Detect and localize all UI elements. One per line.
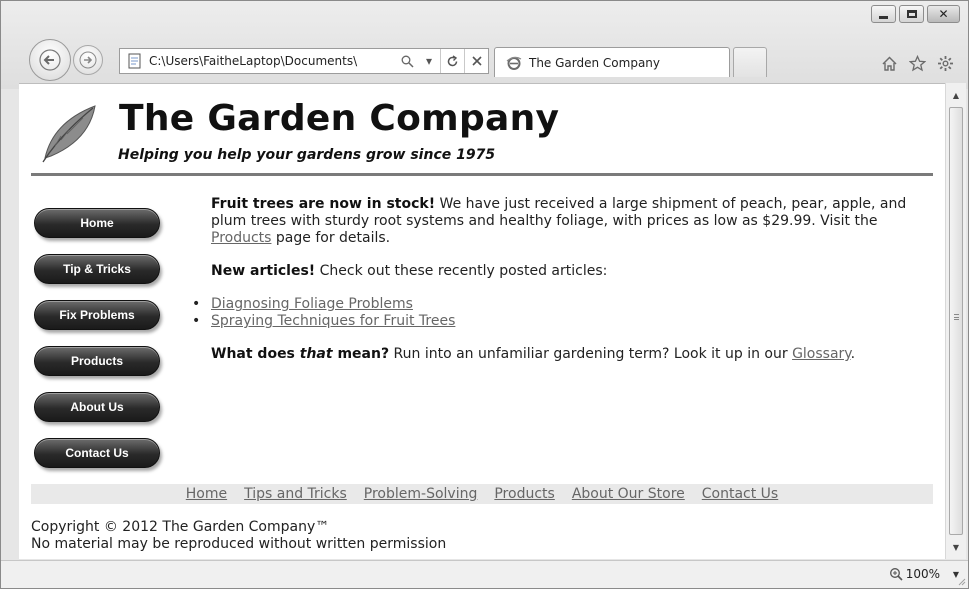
- articles-list: • Diagnosing Foliage Problems • Spraying T…: [192, 296, 923, 330]
- footer-link-tips-and-tricks[interactable]: Tips and Tricks: [244, 486, 347, 502]
- page-icon: [125, 51, 145, 71]
- title-bar: ✕ C:\Users\FaitheLaptop\Documents\ ▾ The…: [1, 1, 968, 89]
- scrollbar-thumb[interactable]: [949, 107, 963, 535]
- browser-window: ✕ C:\Users\FaitheLaptop\Documents\ ▾ The…: [0, 0, 969, 589]
- nav-button-about-us[interactable]: About Us: [34, 392, 160, 422]
- zoom-level: 100%: [905, 567, 940, 581]
- command-icons: [880, 54, 954, 72]
- copyright-disclaimer: No material may be reproduced without wr…: [31, 536, 447, 552]
- page-viewport: The Garden Company Helping you help your…: [19, 83, 945, 559]
- list-item: • Spraying Techniques for Fruit Trees: [192, 313, 923, 330]
- nav-button-label: About Us: [70, 400, 124, 414]
- address-tools: ▾: [396, 49, 488, 73]
- main-content: Fruit trees are now in stock! We have ju…: [192, 196, 923, 379]
- close-button[interactable]: ✕: [927, 5, 960, 23]
- new-articles-text: Check out these recently posted articles…: [315, 263, 608, 279]
- back-arrow-icon: [39, 49, 61, 71]
- footer-link-contact-us[interactable]: Contact Us: [702, 486, 778, 502]
- favorites-star-icon[interactable]: [908, 54, 926, 72]
- list-item: • Diagnosing Foliage Problems: [192, 296, 923, 313]
- scroll-up-arrow-icon[interactable]: ▲: [946, 85, 966, 105]
- resize-grip-icon[interactable]: [956, 576, 966, 586]
- ie-page-icon: [505, 54, 523, 72]
- stop-icon[interactable]: [464, 49, 488, 73]
- scrollbar-grip-icon: [954, 314, 959, 320]
- article-link-foliage[interactable]: Diagnosing Foliage Problems: [211, 296, 413, 312]
- maximize-icon: [906, 10, 917, 18]
- bullet: •: [192, 296, 201, 312]
- glossary-heading-italic: that: [299, 346, 333, 362]
- search-icon[interactable]: [396, 49, 418, 73]
- home-icon[interactable]: [880, 54, 898, 72]
- refresh-icon[interactable]: [440, 49, 464, 73]
- copyright-notice: Copyright © 2012 The Garden Company™ No …: [31, 519, 446, 553]
- nav-button-label: Home: [80, 216, 114, 230]
- dropdown-icon[interactable]: ▾: [418, 49, 440, 73]
- tab-garden-company[interactable]: The Garden Company: [494, 47, 730, 77]
- fruit-trees-heading: Fruit trees are now in stock!: [211, 196, 436, 212]
- footer-link-home[interactable]: Home: [186, 486, 227, 502]
- glossary-paragraph: What does that mean? Run into an unfamil…: [211, 346, 923, 363]
- zoom-magnifier-icon: [889, 568, 903, 581]
- minimize-button[interactable]: [871, 5, 896, 23]
- glossary-heading-b: mean?: [332, 346, 390, 362]
- site-header: The Garden Company Helping you help your…: [31, 94, 931, 174]
- nav-button-label: Products: [70, 354, 123, 368]
- minimize-icon: [879, 15, 888, 19]
- zoom-control[interactable]: 100%: [889, 567, 940, 581]
- maximize-button[interactable]: [899, 5, 924, 23]
- forward-arrow-icon: [79, 51, 97, 69]
- nav-button-home[interactable]: Home: [34, 208, 160, 238]
- footer-navigation: Home Tips and Tricks Problem-Solving Pro…: [31, 484, 933, 504]
- close-icon: ✕: [938, 7, 949, 21]
- article-link-spraying[interactable]: Spraying Techniques for Fruit Trees: [211, 313, 455, 329]
- nav-button-tips-tricks[interactable]: Tip & Tricks: [34, 254, 160, 284]
- footer-link-about-our-store[interactable]: About Our Store: [572, 486, 685, 502]
- scroll-down-arrow-icon[interactable]: ▼: [946, 537, 966, 557]
- copyright-line: Copyright © 2012 The Garden Company™: [31, 519, 330, 535]
- glossary-heading: What does that mean?: [211, 346, 389, 362]
- site-title: The Garden Company: [119, 98, 560, 139]
- glossary-text-end: .: [850, 346, 856, 362]
- vertical-scrollbar[interactable]: ▲ ▼: [945, 83, 966, 559]
- nav-button-contact-us[interactable]: Contact Us: [34, 438, 160, 468]
- new-tab-button[interactable]: [733, 47, 767, 77]
- address-bar[interactable]: C:\Users\FaitheLaptop\Documents\ ▾: [119, 48, 489, 74]
- nav-button-label: Tip & Tricks: [63, 262, 131, 276]
- nav-button-products[interactable]: Products: [34, 346, 160, 376]
- fruit-trees-paragraph: Fruit trees are now in stock! We have ju…: [211, 196, 923, 247]
- new-articles-paragraph: New articles! Check out these recently p…: [211, 263, 923, 280]
- nav-button-fix-problems[interactable]: Fix Problems: [34, 300, 160, 330]
- settings-gear-icon[interactable]: [936, 54, 954, 72]
- nav-button-label: Fix Problems: [59, 308, 135, 322]
- status-bar: 100% ▼: [1, 560, 968, 588]
- leaf-logo-icon: [42, 105, 96, 163]
- header-divider: [31, 173, 933, 176]
- back-button[interactable]: [29, 39, 71, 81]
- glossary-link[interactable]: Glossary: [792, 346, 851, 362]
- fruit-trees-text-end: page for details.: [271, 230, 391, 246]
- nav-button-label: Contact Us: [65, 446, 129, 460]
- new-articles-heading: New articles!: [211, 263, 316, 279]
- glossary-text: Run into an unfamiliar gardening term? L…: [389, 346, 793, 362]
- products-link[interactable]: Products: [211, 230, 271, 246]
- tab-title: The Garden Company: [529, 55, 661, 70]
- glossary-heading-a: What does: [211, 346, 300, 362]
- bullet: •: [192, 313, 201, 329]
- site-tagline: Helping you help your gardens grow since…: [118, 147, 496, 163]
- forward-button[interactable]: [73, 45, 103, 75]
- footer-link-products[interactable]: Products: [494, 486, 554, 502]
- footer-link-problem-solving[interactable]: Problem-Solving: [364, 486, 478, 502]
- address-text[interactable]: C:\Users\FaitheLaptop\Documents\: [149, 54, 367, 68]
- side-navigation: Home Tip & Tricks Fix Problems Products …: [34, 208, 162, 484]
- window-controls: ✕: [871, 5, 960, 23]
